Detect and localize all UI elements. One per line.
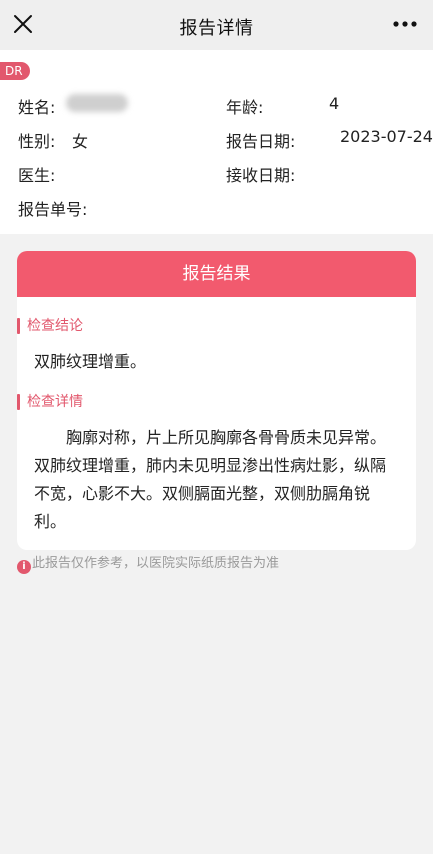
report-date-value: 2023-07-24 — [340, 127, 433, 146]
conclusion-text: 双肺纹理增重。 — [34, 352, 147, 371]
report-date-label: 报告日期: — [226, 132, 296, 151]
patient-info-panel: DR 姓名: 年龄: 4 性别: 女 报告日期: 2023-07-24 医生: … — [0, 50, 433, 234]
modality-badge: DR — [0, 62, 30, 80]
page-title: 报告详情 — [179, 18, 254, 39]
result-header: 报告结果 — [17, 251, 416, 297]
report-result-card: 报告结果 检查结论 双肺纹理增重。 检查详情 胸廓对称，片上所见胸廓各骨骨质未见… — [17, 251, 416, 550]
disclaimer: i 此报告仅作参考，以医院实际纸质报告为准 — [17, 555, 280, 574]
blurred-patient-name — [66, 94, 128, 112]
doctor-label: 医生: — [18, 166, 56, 185]
more-button[interactable] — [391, 14, 419, 34]
more-icon — [393, 21, 417, 27]
disclaimer-text: 此报告仅作参考，以医院实际纸质报告为准 — [32, 556, 280, 571]
conclusion-label: 检查结论 — [17, 317, 83, 335]
detail-label: 检查详情 — [17, 393, 83, 411]
receive-date-label: 接收日期: — [226, 166, 296, 185]
age-label: 年龄: — [226, 98, 264, 117]
gender-label: 性别: — [18, 132, 56, 151]
gender-value: 女 — [72, 132, 89, 151]
report-number-label: 报告单号: — [18, 200, 88, 219]
top-bar: 报告详情 — [0, 0, 433, 50]
info-icon: i — [17, 560, 31, 574]
detail-text: 胸廓对称，片上所见胸廓各骨骨质未见异常。双肺纹理增重，肺内未见明显渗出性病灶影，… — [34, 428, 387, 531]
age-value: 4 — [329, 94, 340, 113]
name-label: 姓名: — [18, 98, 56, 117]
